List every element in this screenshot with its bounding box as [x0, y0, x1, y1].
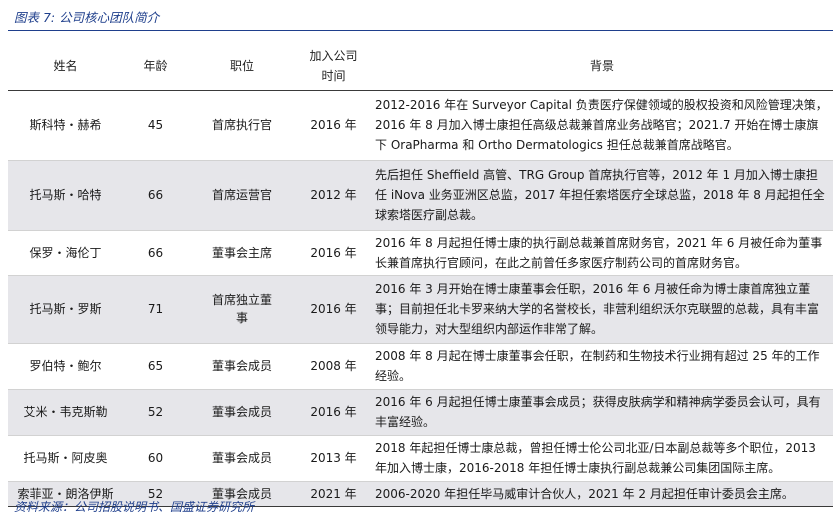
table-row: 托马斯・哈特 66 首席运营官 2012 年 先后担任 Sheffield 高管… — [8, 160, 833, 231]
table-row: 罗伯特・鲍尔 65 董事会成员 2008 年 2008 年 8 月起在博士康董事… — [8, 343, 833, 390]
cell-age: 71 — [123, 275, 188, 344]
cell-background: 2016 年 3 月开始在博士康董事会任职，2016 年 6 月被任命为博士康首… — [371, 275, 833, 344]
cell-age: 52 — [123, 389, 188, 436]
cell-age: 66 — [123, 230, 188, 276]
figure-caption: 图表 7: 公司核心团队简介 — [14, 10, 160, 25]
cell-position-line1: 首席独立董 — [211, 293, 272, 307]
cell-joined: 2021 年 — [296, 481, 371, 507]
cell-background: 2018 年起担任博士康总裁，曾担任博士伦公司北亚/日本副总裁等多个职位，201… — [371, 435, 833, 482]
cell-joined: 2016 年 — [296, 275, 371, 344]
cell-background: 2006-2020 年担任毕马威审计合伙人，2021 年 2 月起担任审计委员会… — [371, 481, 833, 507]
cell-position-line2: 事 — [235, 311, 248, 325]
table-row: 艾米・韦克斯勒 52 董事会成员 2016 年 2016 年 6 月起担任博士康… — [8, 389, 833, 436]
cell-name: 艾米・韦克斯勒 — [8, 389, 123, 436]
caption-divider — [8, 30, 833, 31]
cell-background: 2008 年 8 月起在博士康董事会任职，在制药和生物技术行业拥有超过 25 年… — [371, 343, 833, 390]
header-joined-line1: 加入公司 — [309, 48, 358, 63]
cell-position: 董事会成员 — [188, 389, 296, 436]
table-row: 斯科特・赫希 45 首席执行官 2016 年 2012-2016 年在 Surv… — [8, 90, 833, 161]
cell-age: 65 — [123, 343, 188, 390]
cell-background: 2016 年 8 月起担任博士康的执行副总裁兼首席财务官，2021 年 6 月被… — [371, 230, 833, 276]
cell-background: 2012-2016 年在 Surveyor Capital 负责医疗保健领域的股… — [371, 90, 833, 161]
cell-joined: 2012 年 — [296, 160, 371, 231]
cell-name: 托马斯・哈特 — [8, 160, 123, 231]
cell-joined: 2016 年 — [296, 230, 371, 276]
source-note: 资料来源：公司招股说明书、国盛证券研究所 — [14, 500, 255, 514]
cell-joined: 2016 年 — [296, 90, 371, 161]
cell-position: 董事会成员 — [188, 435, 296, 482]
cell-age: 66 — [123, 160, 188, 231]
cell-position: 董事会主席 — [188, 230, 296, 276]
cell-age: 45 — [123, 90, 188, 161]
cell-age: 60 — [123, 435, 188, 482]
cell-position: 董事会成员 — [188, 343, 296, 390]
cell-position: 首席执行官 — [188, 90, 296, 161]
cell-name: 斯科特・赫希 — [8, 90, 123, 161]
header-position: 职位 — [188, 42, 296, 91]
header-joined-line2: 时间 — [321, 68, 346, 83]
cell-position: 首席运营官 — [188, 160, 296, 231]
cell-name: 保罗・海伦丁 — [8, 230, 123, 276]
cell-joined: 2008 年 — [296, 343, 371, 390]
header-name: 姓名 — [8, 42, 123, 91]
cell-joined: 2013 年 — [296, 435, 371, 482]
table-row: 托马斯・阿皮奥 60 董事会成员 2013 年 2018 年起担任博士康总裁，曾… — [8, 435, 833, 482]
cell-name: 罗伯特・鲍尔 — [8, 343, 123, 390]
table-header-row: 姓名 年龄 职位 加入公司 时间 背景 — [8, 42, 833, 91]
cell-name: 托马斯・罗斯 — [8, 275, 123, 344]
header-age: 年龄 — [123, 42, 188, 91]
cell-name: 托马斯・阿皮奥 — [8, 435, 123, 482]
cell-position: 首席独立董 事 — [188, 275, 296, 344]
cell-background: 先后担任 Sheffield 高管、TRG Group 首席执行官等，2012 … — [371, 160, 833, 231]
header-background: 背景 — [371, 42, 833, 91]
cell-background: 2016 年 6 月起担任博士康董事会成员；获得皮肤病学和精神病学委员会认可，具… — [371, 389, 833, 436]
header-joined: 加入公司 时间 — [296, 42, 371, 91]
table-row: 托马斯・罗斯 71 首席独立董 事 2016 年 2016 年 3 月开始在博士… — [8, 275, 833, 344]
table-row: 保罗・海伦丁 66 董事会主席 2016 年 2016 年 8 月起担任博士康的… — [8, 230, 833, 276]
team-table: 姓名 年龄 职位 加入公司 时间 背景 斯科特・赫希 45 首席执行官 2016… — [8, 42, 833, 507]
cell-joined: 2016 年 — [296, 389, 371, 436]
